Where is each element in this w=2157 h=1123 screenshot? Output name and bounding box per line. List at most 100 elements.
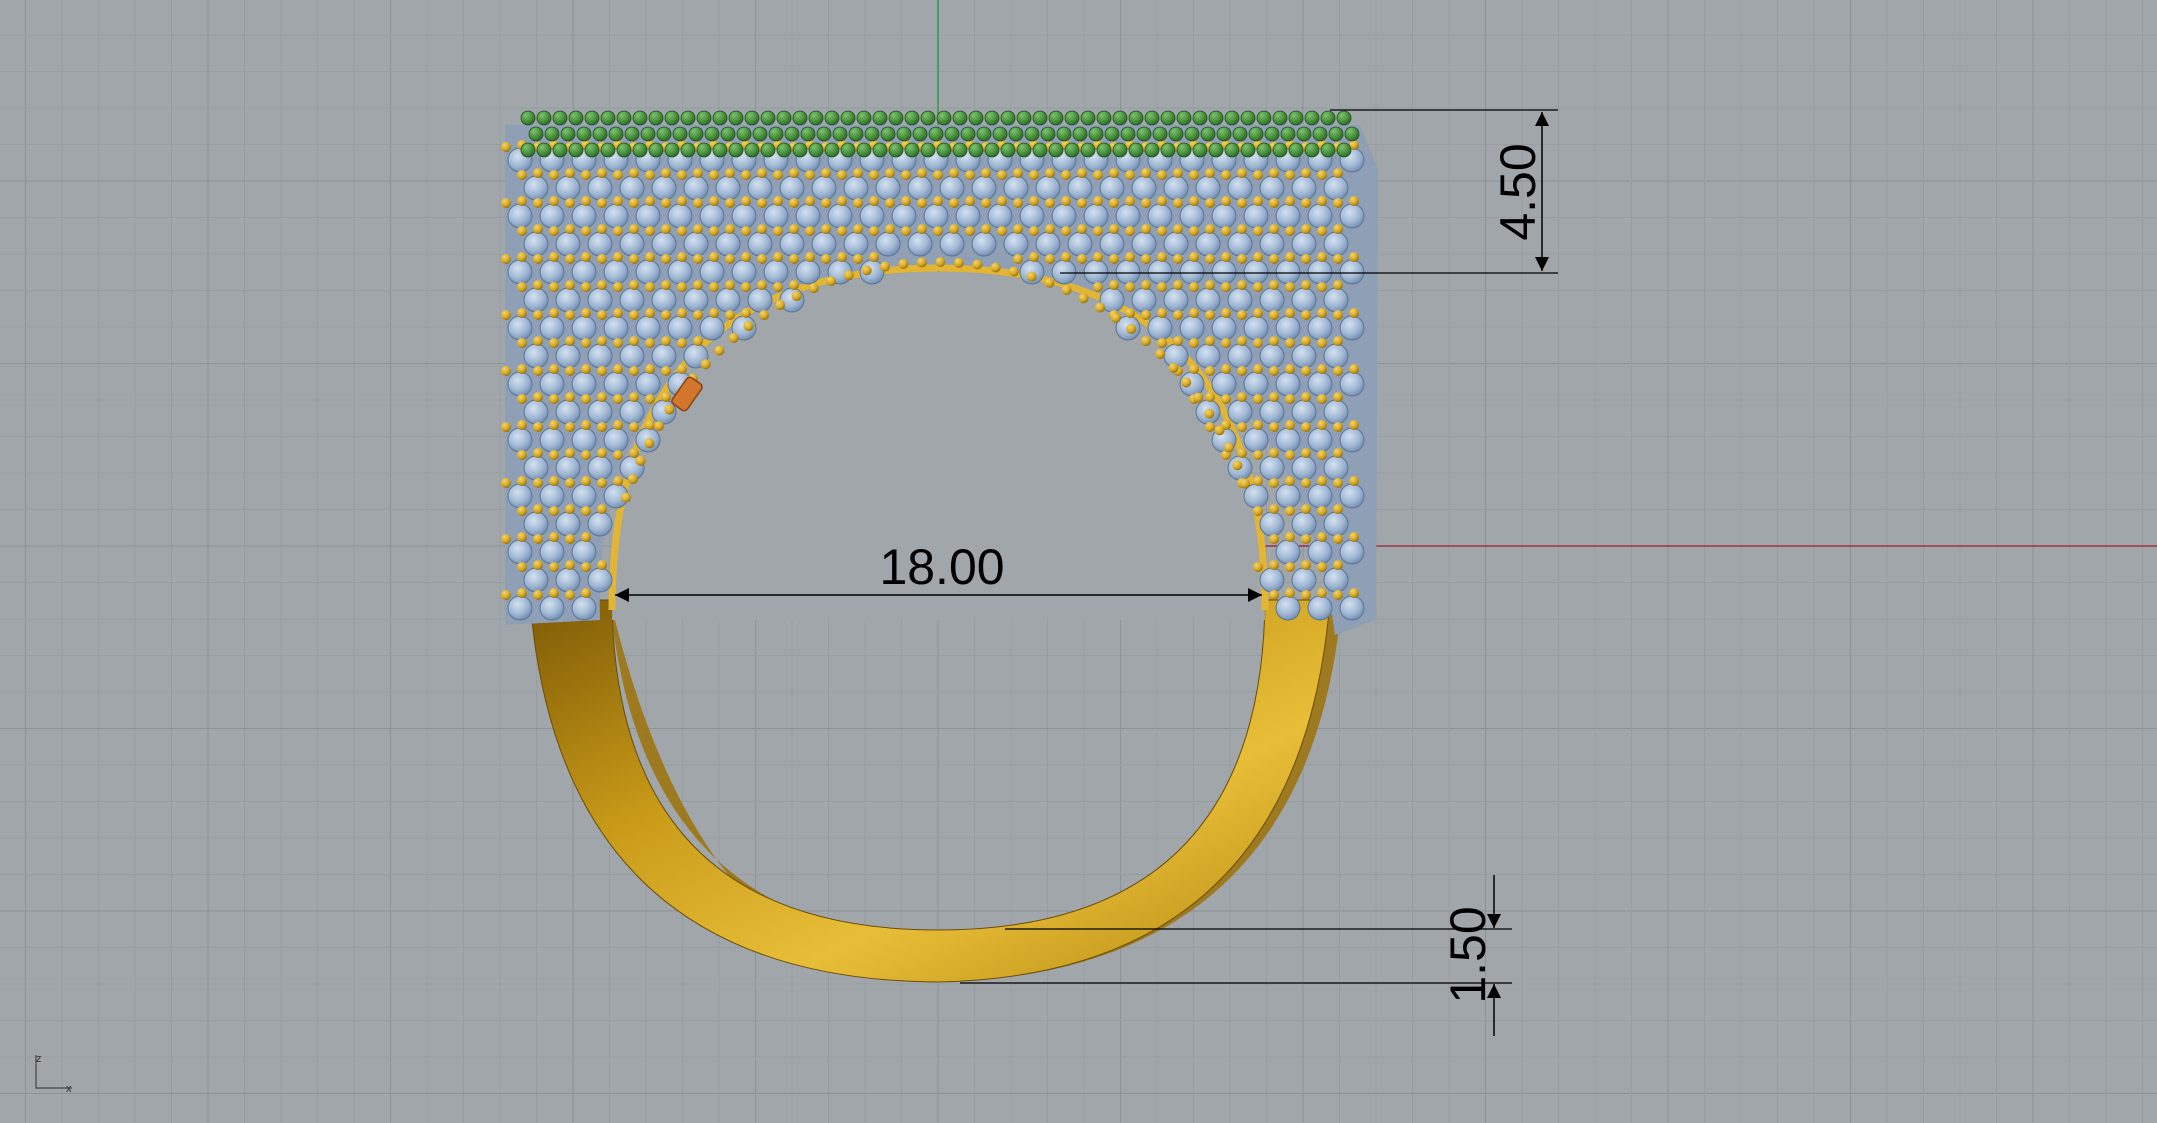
prong-bead (645, 364, 655, 374)
pave-stone (1147, 259, 1173, 285)
prong-bead (645, 308, 655, 318)
prong-bead (1189, 308, 1199, 318)
pave-stone (1163, 231, 1189, 257)
prong-bead (1285, 450, 1295, 460)
top-accent-stones (520, 110, 1360, 158)
prong-bead (1349, 476, 1359, 486)
pave-stone (1275, 483, 1301, 509)
accent-stone (1144, 142, 1160, 158)
accent-stone (1048, 110, 1064, 126)
prong-bead (517, 532, 527, 542)
prong-bead (757, 198, 767, 208)
prong-bead (549, 364, 559, 374)
prong-bead (1285, 170, 1295, 180)
viewport-canvas[interactable]: 18.00 4.50 1.50 z x (0, 0, 2157, 1123)
accent-stone (664, 142, 680, 158)
prong-bead (1333, 504, 1343, 514)
prong-bead (517, 394, 527, 404)
pave-stone (1259, 399, 1285, 425)
accent-stone (1128, 110, 1144, 126)
pave-stone (683, 287, 709, 313)
prong-bead (821, 168, 831, 178)
prong-bead (533, 422, 543, 432)
dim-label-band-thickness: 1.50 (1440, 906, 1496, 1003)
pave-stone (651, 343, 677, 369)
front-viewport[interactable]: 18.00 4.50 1.50 z x (0, 0, 2157, 1123)
prong-bead (869, 226, 879, 236)
prong-bead (597, 366, 607, 376)
prong-bead (549, 282, 559, 292)
axis-z-label: z (36, 1053, 42, 1065)
accent-stone (536, 110, 552, 126)
prong-bead (837, 252, 847, 262)
prong-bead (629, 198, 639, 208)
pave-stone (715, 287, 741, 313)
prong-bead (1349, 196, 1359, 206)
prong-bead (1125, 282, 1135, 292)
accent-stone (888, 142, 904, 158)
pave-stone (1163, 287, 1189, 313)
accent-stone (568, 110, 584, 126)
pave-stone (683, 231, 709, 257)
accent-stone (552, 110, 568, 126)
prong-bead (1173, 310, 1183, 320)
pave-stone (571, 427, 597, 453)
prong-bead (1189, 170, 1199, 180)
accent-stone (1208, 142, 1224, 158)
pave-stone (523, 455, 549, 481)
pave-stone (955, 203, 981, 229)
prong-bead (1333, 198, 1343, 208)
pave-stone (1131, 175, 1157, 201)
prong-bead (709, 252, 719, 262)
rim-bead (1214, 425, 1225, 436)
pave-stone (1339, 595, 1365, 621)
prong-bead (1237, 448, 1247, 458)
prong-bead (629, 336, 639, 346)
prong-bead (1333, 422, 1343, 432)
prong-bead (1237, 422, 1247, 432)
accent-stone (1168, 126, 1184, 142)
rim-bead (1044, 277, 1055, 288)
prong-bead (1301, 448, 1311, 458)
prong-bead (501, 310, 511, 320)
accent-stone (1256, 142, 1272, 158)
accent-stone (1160, 142, 1176, 158)
pave-stone (587, 343, 613, 369)
accent-stone (864, 126, 880, 142)
accent-stone (1216, 126, 1232, 142)
pave-stone (667, 315, 693, 341)
pave-stone (1291, 175, 1317, 201)
accent-stone (744, 110, 760, 126)
pave-stone (699, 203, 725, 229)
pave-stone (1307, 203, 1333, 229)
prong-bead (1173, 254, 1183, 264)
rim-bead (743, 321, 754, 332)
prong-bead (565, 310, 575, 320)
prong-bead (581, 562, 591, 572)
accent-stone (824, 142, 840, 158)
accent-stone (1304, 142, 1320, 158)
prong-bead (1237, 254, 1247, 264)
prong-bead (1157, 308, 1167, 318)
prong-bead (597, 310, 607, 320)
prong-bead (725, 198, 735, 208)
pave-stone (1259, 231, 1285, 257)
prong-bead (1061, 226, 1071, 236)
rim-bead (775, 300, 786, 311)
accent-stone (664, 110, 680, 126)
pave-stone (1019, 203, 1045, 229)
prong-bead (1333, 336, 1343, 346)
prong-bead (629, 280, 639, 290)
accent-stone (1104, 126, 1120, 142)
prong-bead (565, 392, 575, 402)
prong-bead (613, 226, 623, 236)
prong-bead (1253, 308, 1263, 318)
prong-bead (869, 196, 879, 206)
pave-stone (1243, 259, 1269, 285)
pave-stone (699, 315, 725, 341)
prong-bead (517, 196, 527, 206)
prong-bead (1077, 224, 1087, 234)
prong-bead (629, 168, 639, 178)
prong-bead (1285, 308, 1295, 318)
prong-bead (1301, 534, 1311, 544)
